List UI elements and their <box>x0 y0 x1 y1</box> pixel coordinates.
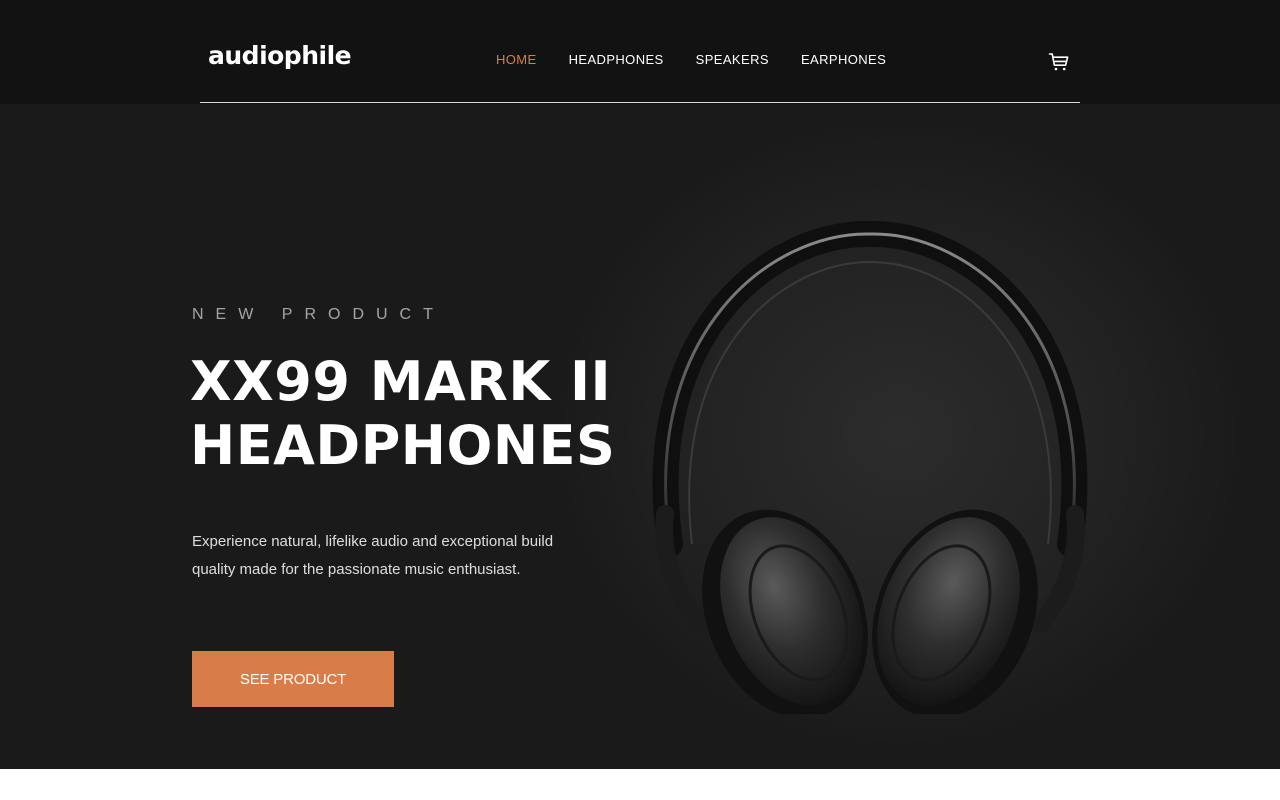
hero-title-line-1: XX99 MARK II <box>190 350 612 413</box>
cart-icon[interactable] <box>1048 52 1070 72</box>
nav-link-earphones[interactable]: EARPHONES <box>801 53 886 67</box>
content-area-start <box>0 769 1280 800</box>
nav-link-home[interactable]: HOME <box>496 53 537 67</box>
page: audiophile HOME HEADPHONES SPEAKERS EARP… <box>0 0 1280 800</box>
logo[interactable]: audiophile <box>208 43 352 68</box>
hero-overline: NEW PRODUCT <box>192 306 445 323</box>
headphones-product-image <box>620 214 1120 719</box>
main-nav: HOME HEADPHONES SPEAKERS EARPHONES <box>496 53 886 67</box>
hero-description: Experience natural, lifelike audio and e… <box>192 533 554 578</box>
see-product-button[interactable]: SEE PRODUCT <box>192 651 394 707</box>
header-inner: audiophile HOME HEADPHONES SPEAKERS EARP… <box>200 0 1080 103</box>
hero-title: XX99 MARK II HEADPHONES <box>190 350 650 478</box>
nav-link-headphones[interactable]: HEADPHONES <box>569 53 664 67</box>
hero-title-line-2: HEADPHONES <box>190 414 616 477</box>
nav-link-speakers[interactable]: SPEAKERS <box>696 53 769 67</box>
site-header: audiophile HOME HEADPHONES SPEAKERS EARP… <box>0 0 1280 104</box>
hero-section: NEW PRODUCT XX99 MARK II HEADPHONES Expe… <box>0 104 1280 769</box>
